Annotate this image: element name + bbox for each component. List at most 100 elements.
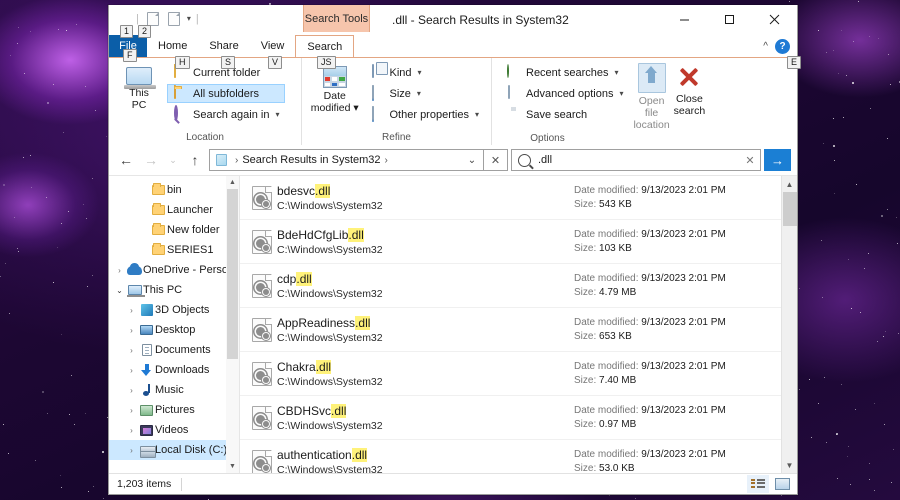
sidebar-item-label: SERIES1 (167, 244, 214, 256)
minimize-button[interactable] (662, 5, 707, 34)
advanced-options-button[interactable]: Advanced options ▾ (500, 84, 629, 103)
other-properties-button[interactable]: Other properties ▾ (364, 105, 486, 124)
sidebar-item-3d-objects[interactable]: › 3D Objects (109, 300, 239, 320)
downloads-icon (138, 364, 155, 376)
status-divider (181, 477, 183, 491)
sidebar-item-documents[interactable]: › Documents (109, 340, 239, 360)
file-name: BdeHdCfgLib.dll (277, 227, 574, 242)
nav-pane-scrollbar[interactable]: ▲ ▼ (226, 176, 239, 473)
back-button[interactable]: ← (115, 149, 137, 171)
maximize-button[interactable] (707, 5, 752, 34)
open-file-location-button[interactable]: Open file location (633, 62, 670, 131)
sidebar-item-pictures[interactable]: › Pictures (109, 400, 239, 420)
customize-qat-icon[interactable]: ▾ (187, 14, 191, 23)
sidebar-item-desktop[interactable]: › Desktop (109, 320, 239, 340)
chevron-down-icon[interactable]: ⌄ (113, 286, 126, 295)
scroll-down-icon[interactable]: ▼ (782, 457, 798, 473)
recent-locations-icon[interactable]: ⌄ (165, 149, 181, 171)
all-subfolders-button[interactable]: All subfolders (167, 84, 286, 103)
open-file-location-label-1: Open file (638, 95, 665, 119)
file-list-item[interactable]: Chakra.dll C:\Windows\System32 Date modifi… (240, 352, 797, 396)
sidebar-item-this-pc[interactable]: ⌄ This PC (109, 280, 239, 300)
date-modified-value: 9/13/2023 2:01 PM (641, 361, 726, 372)
breadcrumb[interactable]: Search Results in System32 (242, 154, 380, 166)
file-extension-highlight: .dll (351, 447, 368, 462)
collapse-ribbon-icon[interactable]: ^ (763, 41, 768, 52)
chevron-right-icon[interactable]: › (125, 346, 138, 355)
chevron-right-icon[interactable]: › (125, 386, 138, 395)
sidebar-item-bin[interactable]: bin (109, 180, 239, 200)
size-label: Size: (574, 199, 597, 210)
tab-view[interactable]: View (250, 35, 296, 57)
nav-scroll-up-icon[interactable]: ▲ (226, 176, 239, 189)
close-button[interactable] (752, 5, 797, 34)
file-name: authentication.dll (277, 447, 574, 462)
sidebar-item-label: This PC (143, 284, 183, 296)
date-modified-button[interactable]: Date modified ▾ (310, 62, 360, 114)
file-list-scrollbar[interactable]: ▲ ▼ (781, 176, 797, 473)
sidebar-item-videos[interactable]: › Videos (109, 420, 239, 440)
tab-share[interactable]: Share (198, 35, 249, 57)
address-bar[interactable]: › Search Results in System32 › ⌄ (209, 149, 484, 171)
chevron-right-icon[interactable]: › (125, 326, 138, 335)
file-extension-highlight: .dll (355, 315, 371, 330)
chevron-right-icon[interactable]: › (125, 306, 138, 315)
stop-refresh-button[interactable]: ✕ (484, 149, 508, 171)
size-label: Size: (574, 419, 597, 430)
save-search-button[interactable]: Save search (500, 105, 629, 124)
sidebar-item-onedrive-person[interactable]: › OneDrive - Person (109, 260, 239, 280)
kind-button[interactable]: Kind ▾ (364, 63, 486, 82)
keytip-share: S (221, 56, 236, 69)
file-list-item[interactable]: BdeHdCfgLib.dll C:\Windows\System32 Date m… (240, 220, 797, 264)
nav-scroll-thumb[interactable] (227, 189, 238, 359)
breadcrumb-sep-2[interactable]: › (385, 155, 388, 166)
chevron-right-icon[interactable]: › (125, 446, 138, 455)
new-folder-icon[interactable] (167, 11, 180, 26)
file-path: C:\Windows\System32 (277, 199, 383, 212)
sidebar-item-new-folder[interactable]: New folder (109, 220, 239, 240)
search-again-in-label: Search again in (193, 108, 270, 121)
all-subfolders-label: All subfolders (193, 87, 260, 100)
file-list-item[interactable]: CBDHSvc.dll C:\Windows\System32 Date modif… (240, 396, 797, 440)
recent-searches-button[interactable]: Recent searches ▾ (500, 63, 629, 82)
sidebar-item-local-disk-c[interactable]: › Local Disk (C:) (109, 440, 239, 460)
search-again-in-button[interactable]: Search again in ▾ (167, 105, 285, 124)
this-pc-button[interactable]: This PC (115, 62, 163, 111)
address-history-dropdown-icon[interactable]: ⌄ (463, 150, 481, 170)
file-list-item[interactable]: AppReadiness.dll C:\Windows\System32 Date … (240, 308, 797, 352)
clear-search-icon[interactable]: ✕ (740, 154, 760, 167)
file-list-item[interactable]: cdp.dll C:\Windows\System32 Date modified:… (240, 264, 797, 308)
size-value: 653 KB (599, 331, 632, 342)
sidebar-item-launcher[interactable]: Launcher (109, 200, 239, 220)
tab-search[interactable]: Search (295, 35, 355, 57)
close-search-button[interactable]: Close search (674, 62, 706, 117)
search-box[interactable]: .dll ✕ (511, 149, 761, 171)
chevron-right-icon[interactable]: › (125, 426, 138, 435)
sidebar-item-music[interactable]: › Music (109, 380, 239, 400)
scroll-up-icon[interactable]: ▲ (782, 176, 798, 192)
size-button[interactable]: Size ▾ (364, 84, 486, 103)
sidebar-item-series1[interactable]: SERIES1 (109, 240, 239, 260)
subfolder-icon (173, 85, 188, 101)
search-go-button[interactable]: → (764, 149, 791, 171)
ribbon-group-refine: Date modified ▾ Kind ▾ Size ▾ Other prop… (301, 58, 491, 145)
details-view-button[interactable] (747, 475, 769, 493)
tab-home[interactable]: Home (147, 35, 198, 57)
file-list-item[interactable]: authentication.dll C:\Windows\System32 Dat… (240, 440, 797, 473)
chevron-right-icon[interactable]: › (113, 266, 126, 275)
up-button[interactable]: ↑ (184, 149, 206, 171)
large-icons-view-button[interactable] (771, 475, 793, 493)
chevron-right-icon[interactable]: › (125, 406, 138, 415)
group-label-refine: Refine (301, 130, 491, 145)
scroll-thumb[interactable] (782, 192, 797, 226)
chevron-down-icon: ▾ (275, 110, 280, 119)
location-options: Current folder All subfolders Search aga… (167, 62, 286, 124)
forward-button[interactable]: → (140, 149, 162, 171)
file-list-item[interactable]: bdesvc.dll C:\Windows\System32 Date modifi… (240, 176, 797, 220)
nav-scroll-down-icon[interactable]: ▼ (226, 460, 239, 473)
sidebar-item-downloads[interactable]: › Downloads (109, 360, 239, 380)
chevron-right-icon[interactable]: › (125, 366, 138, 375)
properties-icon[interactable] (146, 11, 159, 26)
search-input[interactable]: .dll (538, 154, 740, 166)
help-icon[interactable]: ? (775, 38, 790, 54)
